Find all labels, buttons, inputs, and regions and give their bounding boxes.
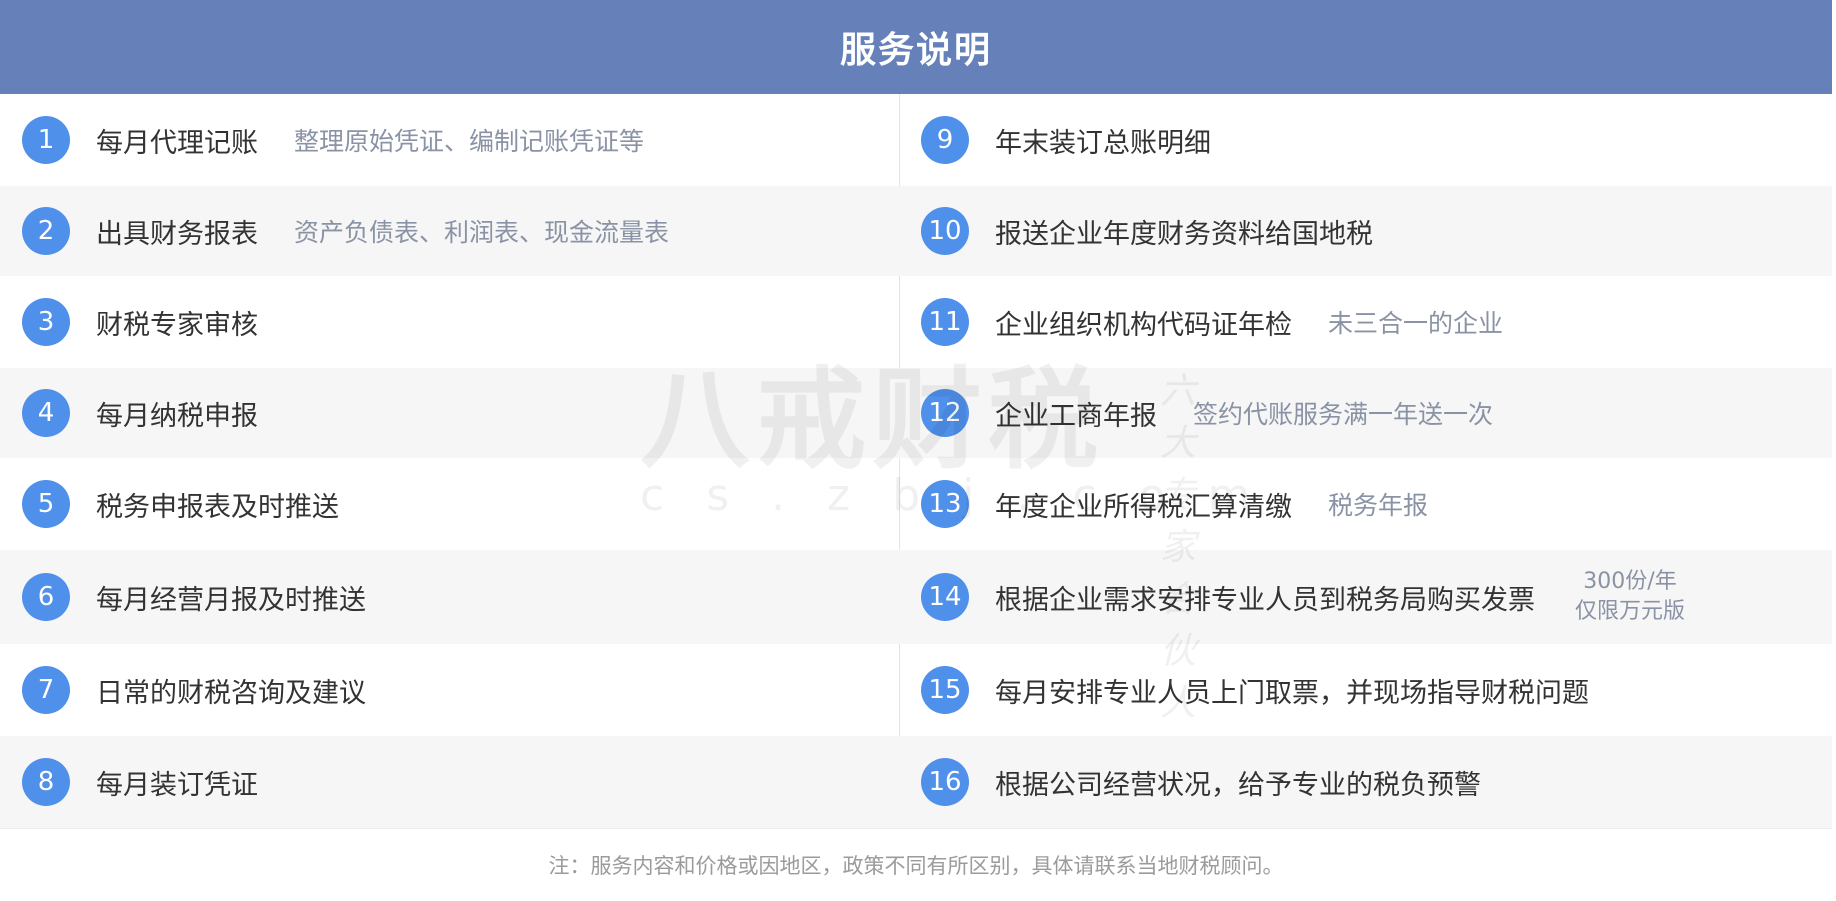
number-badge: 4: [22, 389, 70, 437]
service-item: 15 每月安排专业人员上门取票，并现场指导财税问题: [899, 644, 1832, 736]
number-badge: 5: [22, 480, 70, 528]
number-badge: 10: [921, 207, 969, 255]
service-title: 财税专家审核: [96, 309, 258, 341]
number-badge: 15: [921, 666, 969, 714]
number-badge: 16: [921, 758, 969, 806]
service-title: 根据企业需求安排专业人员到税务局购买发票: [995, 584, 1535, 616]
service-row: 1 每月代理记账 整理原始凭证、编制记账凭证等 9 年末装订总账明细: [0, 94, 1832, 186]
service-title: 根据公司经营状况，给予专业的税负预警: [995, 769, 1481, 801]
service-title: 每月安排专业人员上门取票，并现场指导财税问题: [995, 677, 1589, 709]
service-item: 1 每月代理记账 整理原始凭证、编制记账凭证等: [0, 94, 899, 186]
service-item: 11 企业组织机构代码证年检 未三合一的企业: [899, 276, 1832, 368]
service-note: 签约代账服务满一年送一次: [1193, 400, 1494, 429]
service-item: 12 企业工商年报 签约代账服务满一年送一次: [899, 368, 1832, 458]
page-header: 服务说明: [0, 0, 1832, 94]
service-item: 13 年度企业所得税汇算清缴 税务年报: [899, 458, 1832, 550]
page-title: 服务说明: [839, 30, 992, 71]
service-title: 每月装订凭证: [96, 769, 258, 801]
service-title: 报送企业年度财务资料给国地税: [995, 218, 1373, 250]
number-badge: 6: [22, 573, 70, 621]
number-badge: 8: [22, 758, 70, 806]
service-note: 资产负债表、利润表、现金流量表: [294, 218, 670, 247]
service-note: 未三合一的企业: [1328, 309, 1504, 338]
service-row: 6 每月经营月报及时推送 14 根据企业需求安排专业人员到税务局购买发票 300…: [0, 550, 1832, 644]
number-badge: 9: [921, 116, 969, 164]
service-title: 每月纳税申报: [96, 400, 258, 432]
service-row: 4 每月纳税申报 12 企业工商年报 签约代账服务满一年送一次: [0, 368, 1832, 458]
service-item: 4 每月纳税申报: [0, 368, 899, 458]
service-grid: 1 每月代理记账 整理原始凭证、编制记账凭证等 9 年末装订总账明细 2 出具财…: [0, 94, 1832, 828]
service-title: 日常的财税咨询及建议: [96, 677, 366, 709]
service-title: 每月代理记账: [96, 127, 258, 159]
number-badge: 3: [22, 298, 70, 346]
service-item: 7 日常的财税咨询及建议: [0, 644, 899, 736]
service-title: 年末装订总账明细: [995, 127, 1211, 159]
number-badge: 13: [921, 480, 969, 528]
service-item: 9 年末装订总账明细: [899, 94, 1832, 186]
service-item: 14 根据企业需求安排专业人员到税务局购买发票 300份/年 仅限万元版: [899, 550, 1832, 644]
service-item: 8 每月装订凭证: [0, 736, 899, 828]
number-badge: 7: [22, 666, 70, 714]
service-item: 3 财税专家审核: [0, 276, 899, 368]
footer-note: 注：服务内容和价格或因地区，政策不同有所区别，具体请联系当地财税顾问。: [0, 828, 1832, 901]
service-note: 整理原始凭证、编制记账凭证等: [294, 127, 645, 156]
service-row: 3 财税专家审核 11 企业组织机构代码证年检 未三合一的企业: [0, 276, 1832, 368]
service-item: 6 每月经营月报及时推送: [0, 550, 899, 644]
service-title: 年度企业所得税汇算清缴: [995, 491, 1292, 523]
footer-text: 注：服务内容和价格或因地区，政策不同有所区别，具体请联系当地财税顾问。: [548, 854, 1284, 878]
service-row: 8 每月装订凭证 16 根据公司经营状况，给予专业的税负预警: [0, 736, 1832, 828]
number-badge: 14: [921, 573, 969, 621]
number-badge: 2: [22, 207, 70, 255]
service-note-line: 300份/年: [1583, 569, 1677, 594]
service-title: 企业组织机构代码证年检: [995, 309, 1292, 341]
service-item: 2 出具财务报表 资产负债表、利润表、现金流量表: [0, 186, 899, 276]
service-item: 5 税务申报表及时推送: [0, 458, 899, 550]
service-note: 300份/年 仅限万元版: [1575, 567, 1685, 627]
service-row: 7 日常的财税咨询及建议 15 每月安排专业人员上门取票，并现场指导财税问题: [0, 644, 1832, 736]
service-title: 每月经营月报及时推送: [96, 584, 366, 616]
service-item: 16 根据公司经营状况，给予专业的税负预警: [899, 736, 1832, 828]
number-badge: 11: [921, 298, 969, 346]
number-badge: 12: [921, 389, 969, 437]
service-row: 2 出具财务报表 资产负债表、利润表、现金流量表 10 报送企业年度财务资料给国…: [0, 186, 1832, 276]
service-title: 税务申报表及时推送: [96, 491, 339, 523]
service-note: 税务年报: [1328, 491, 1429, 520]
service-item: 10 报送企业年度财务资料给国地税: [899, 186, 1832, 276]
service-row: 5 税务申报表及时推送 13 年度企业所得税汇算清缴 税务年报: [0, 458, 1832, 550]
service-note-line: 仅限万元版: [1575, 599, 1686, 624]
number-badge: 1: [22, 116, 70, 164]
service-title: 企业工商年报: [995, 400, 1157, 432]
service-title: 出具财务报表: [96, 218, 258, 250]
